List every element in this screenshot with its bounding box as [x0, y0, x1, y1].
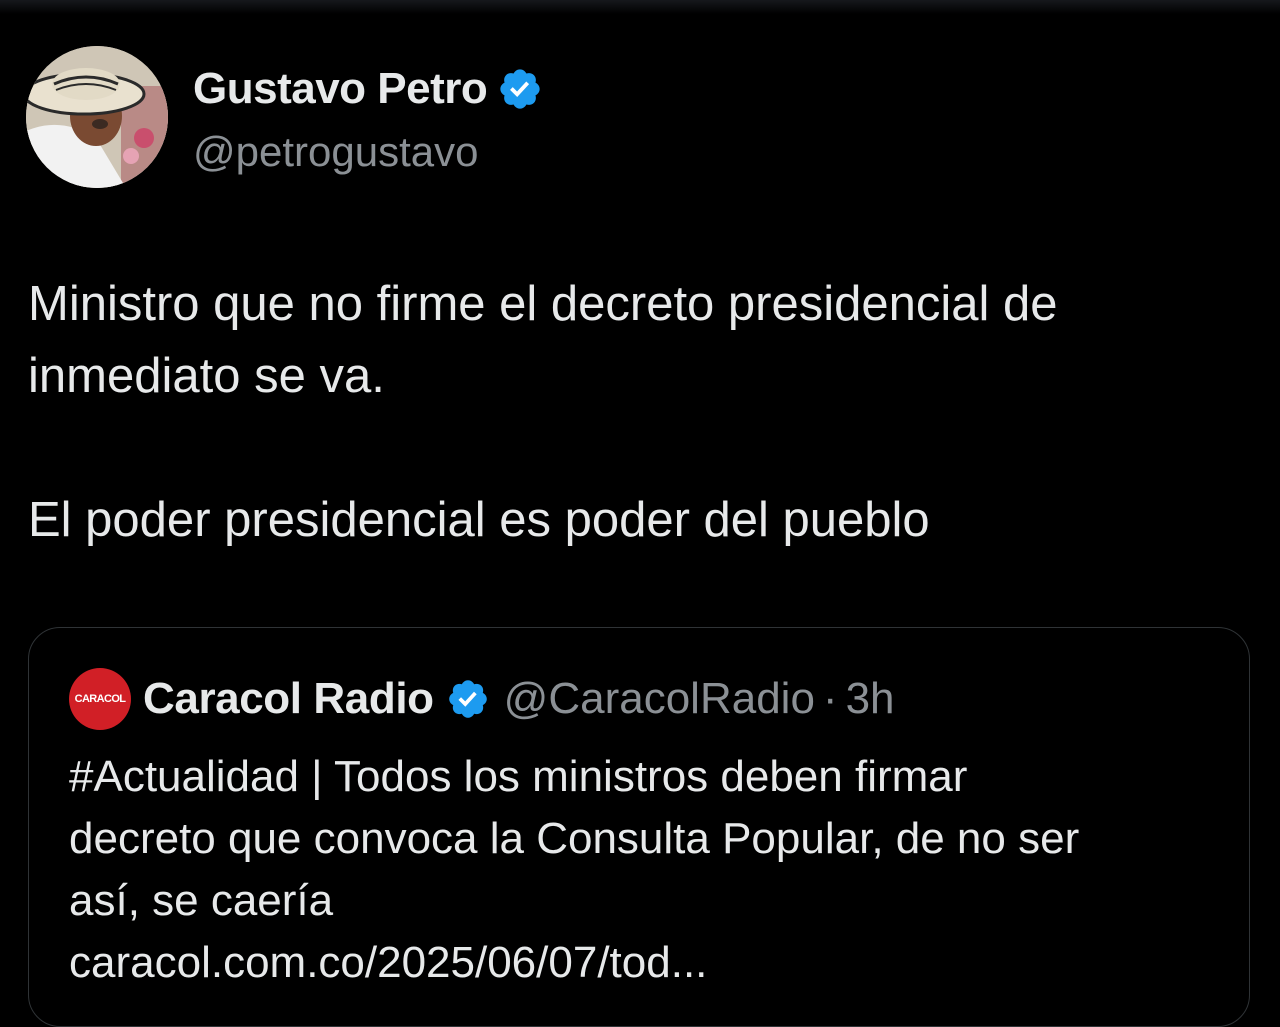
quoted-tweet-text: #Actualidad | Todos los ministros deben …	[69, 752, 1080, 925]
author-avatar[interactable]	[26, 46, 168, 188]
tweet-author: Gustavo Petro @petrogustavo	[26, 46, 826, 191]
quoted-tweet-link[interactable]: caracol.com.co/2025/06/07/tod...	[69, 932, 707, 994]
top-divider	[0, 0, 1280, 14]
quoted-author-handle[interactable]: @CaracolRadio	[504, 674, 815, 724]
author-display-name[interactable]: Gustavo Petro	[193, 64, 488, 114]
verified-badge-icon	[497, 66, 543, 112]
quoted-timestamp[interactable]: 3h	[846, 674, 895, 724]
tweet-text: Ministro que no firme el decreto preside…	[28, 277, 1058, 547]
author-name-row[interactable]: Gustavo Petro	[193, 64, 543, 114]
quoted-tweet-header: CARACOL Caracol Radio @CaracolRadio · 3h	[69, 668, 895, 730]
quoted-verified-badge-icon	[446, 677, 490, 721]
caracol-radio-logo-icon[interactable]: CARACOL	[69, 668, 131, 730]
meta-separator: ·	[822, 674, 838, 723]
caracol-logo-text: CARACOL	[74, 693, 126, 705]
quoted-tweet-card[interactable]: CARACOL Caracol Radio @CaracolRadio · 3h…	[28, 627, 1250, 1027]
profile-photo-icon	[26, 46, 168, 188]
author-handle[interactable]: @petrogustavo	[193, 128, 478, 176]
quoted-author-display-name[interactable]: Caracol Radio	[143, 674, 434, 724]
